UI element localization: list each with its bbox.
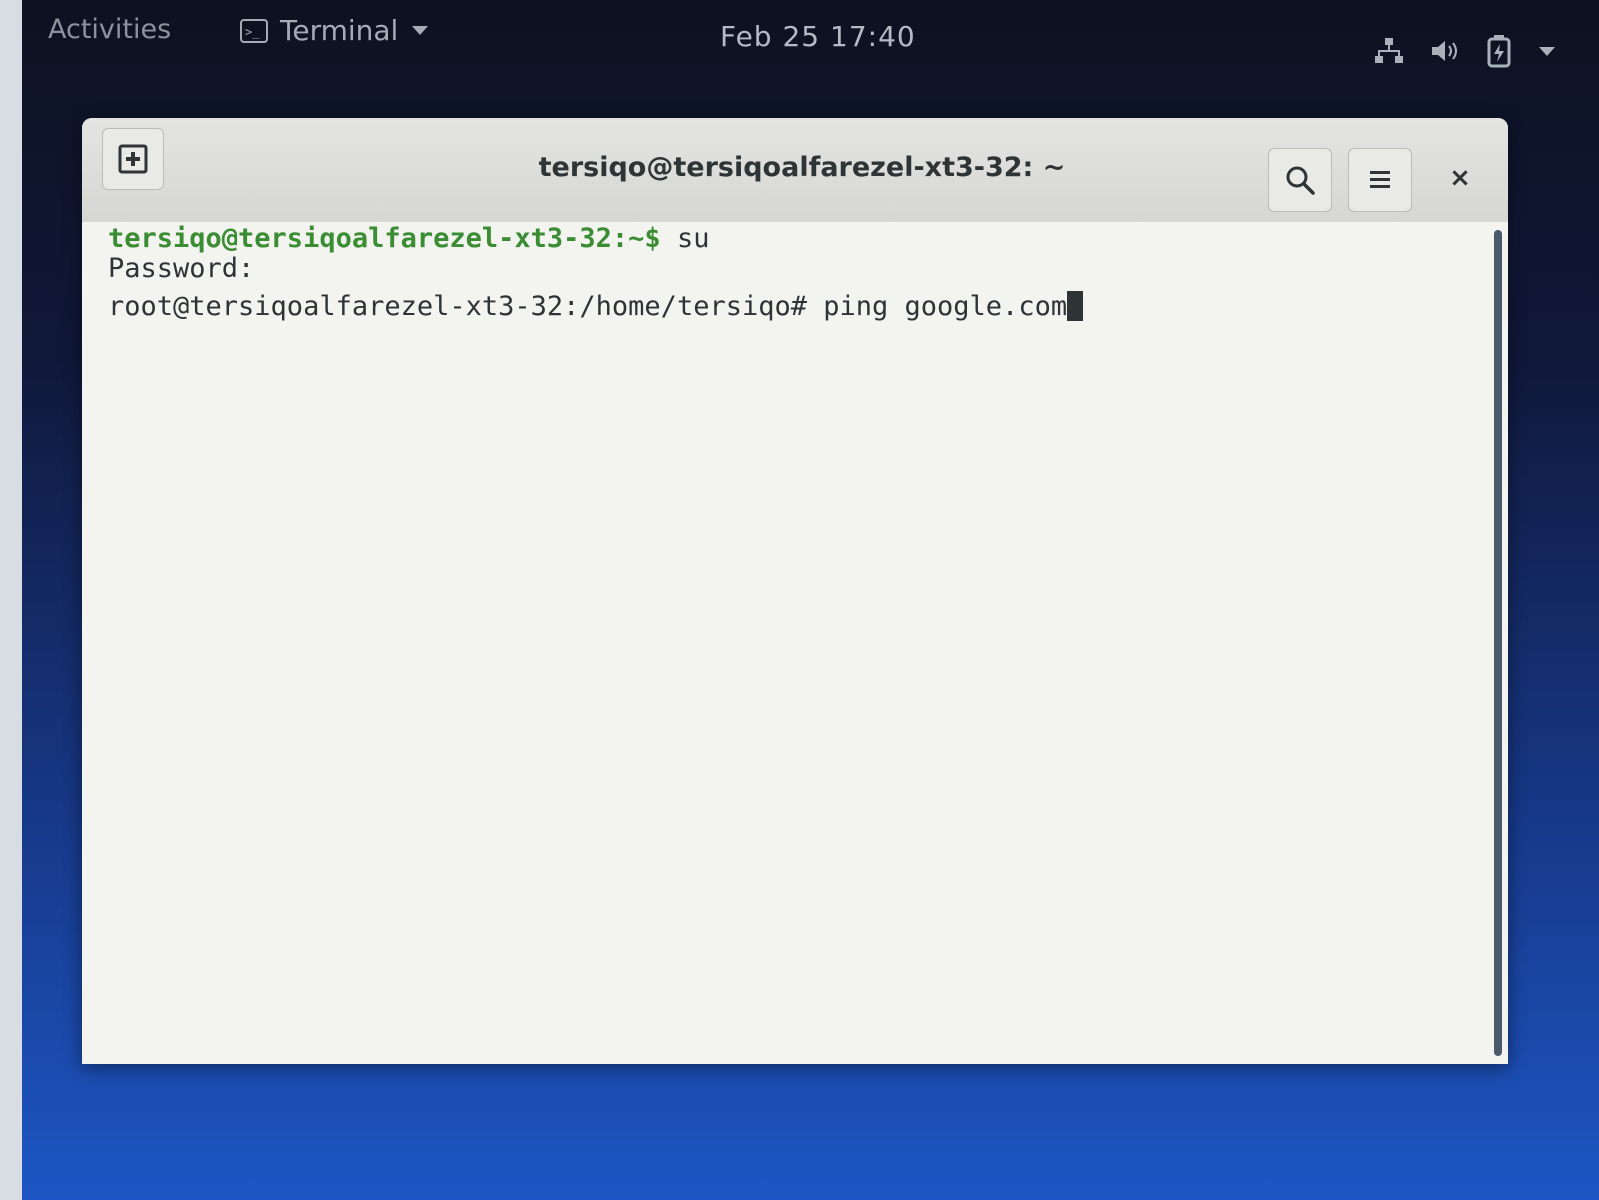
terminal-line: tersiqo@tersiqoalfarezel-xt3-32:~$ su <box>108 222 709 256</box>
terminal-line: root@tersiqoalfarezel-xt3-32:/home/tersi… <box>108 290 1084 324</box>
app-menu-label: Terminal <box>280 14 399 47</box>
window-title: tersiqo@tersiqoalfarezel-xt3-32: ~ <box>538 152 1066 183</box>
root-prompt: root@tersiqoalfarezel-xt3-32:/home/tersi… <box>108 291 824 322</box>
clock[interactable]: Feb 25 17:40 <box>720 20 916 53</box>
app-menu[interactable]: >_ Terminal <box>240 14 429 47</box>
search-button[interactable] <box>1268 148 1332 212</box>
desktop: Activities >_ Terminal Feb 25 17:40 ters… <box>22 0 1599 1200</box>
top-bar: Activities >_ Terminal Feb 25 17:40 <box>22 0 1599 80</box>
battery-icon <box>1487 35 1511 68</box>
system-tray[interactable] <box>1374 34 1556 68</box>
text-cursor <box>1067 291 1084 321</box>
volume-icon <box>1432 41 1457 61</box>
system-menu-caret-icon <box>1539 47 1555 56</box>
terminal-output[interactable]: tersiqo@tersiqoalfarezel-xt3-32:~$ su Pa… <box>82 222 1508 1064</box>
network-icon <box>1375 38 1403 63</box>
window-header-bar[interactable]: tersiqo@tersiqoalfarezel-xt3-32: ~ × <box>82 118 1508 223</box>
new-tab-button[interactable] <box>102 128 164 190</box>
menu-button[interactable] <box>1348 148 1412 212</box>
terminal-window[interactable]: tersiqo@tersiqoalfarezel-xt3-32: ~ × ter… <box>82 118 1508 1064</box>
prompt-path: :~$ <box>611 223 677 254</box>
user-prompt: tersiqo@tersiqoalfarezel-xt3-32 <box>108 223 612 254</box>
terminal-app-icon: >_ <box>240 18 268 43</box>
search-icon <box>1286 166 1315 195</box>
scrollbar[interactable] <box>1494 230 1502 1056</box>
command-input[interactable]: ping google.com <box>823 291 1067 322</box>
caret-down-icon <box>412 26 429 35</box>
activities-button[interactable]: Activities <box>48 14 171 45</box>
close-button[interactable]: × <box>1444 162 1476 194</box>
hamburger-menu-icon <box>1370 171 1390 188</box>
new-tab-icon <box>118 144 148 174</box>
terminal-line: Password: <box>108 253 255 284</box>
command-text: su <box>676 223 710 254</box>
